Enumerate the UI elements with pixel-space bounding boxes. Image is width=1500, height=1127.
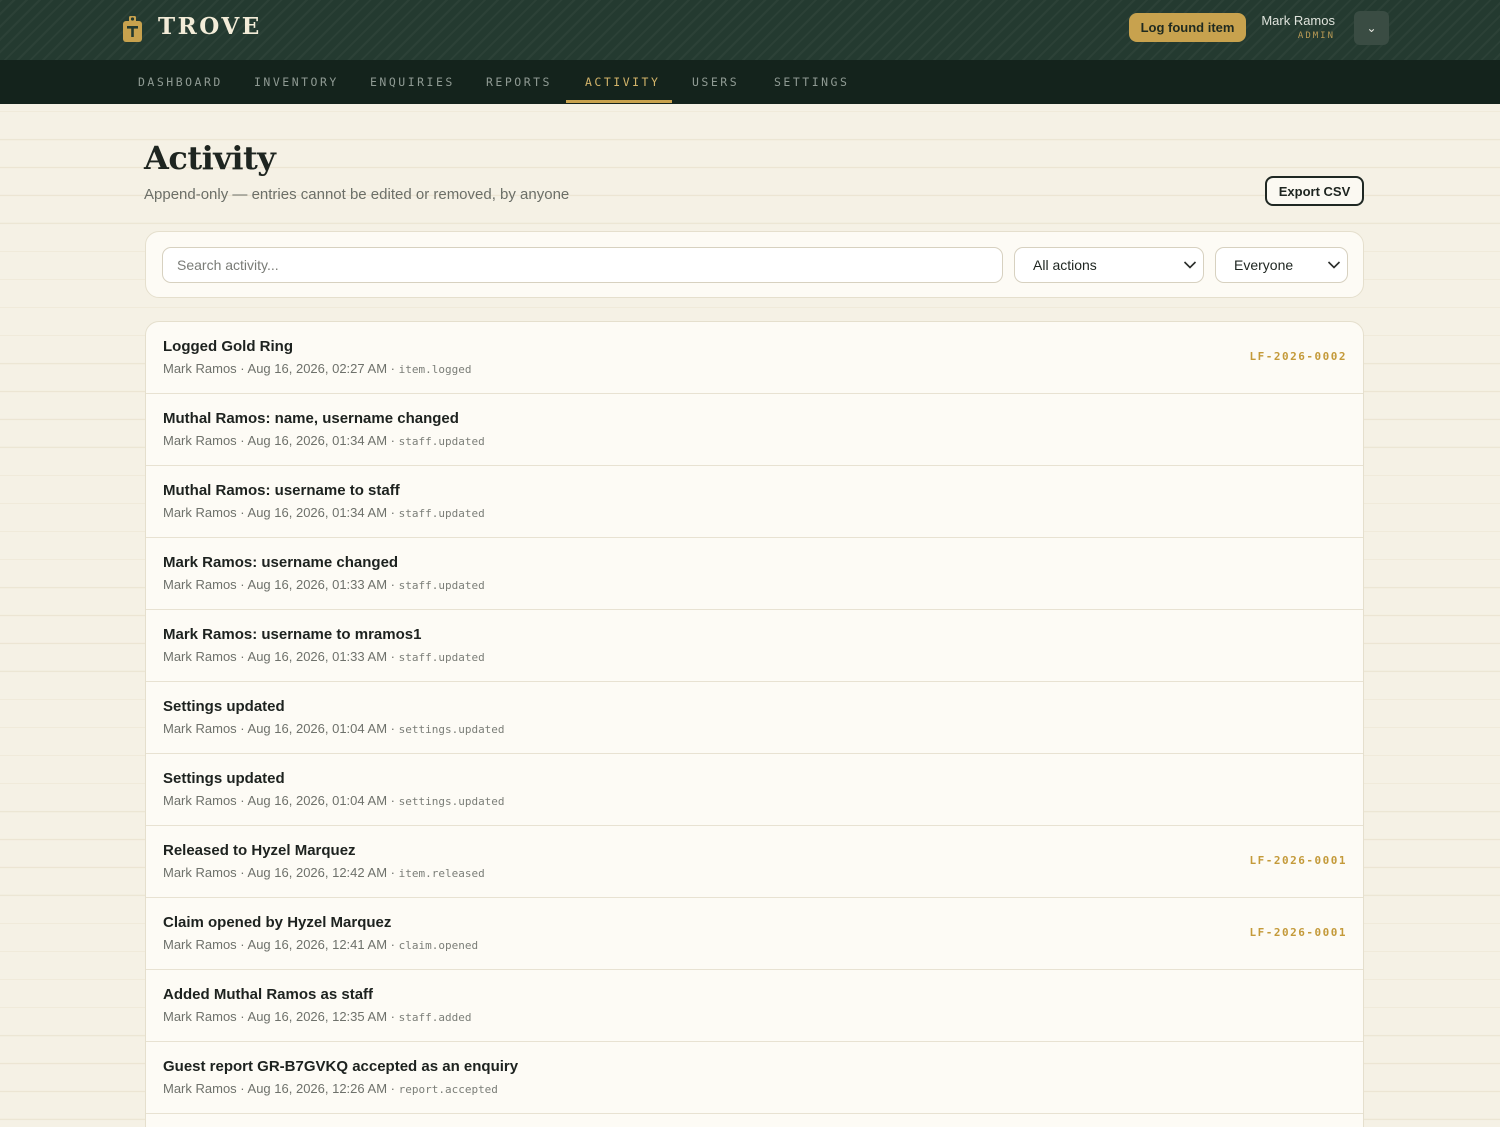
app-logo[interactable]: TROVE	[158, 13, 262, 40]
main-nav: DASHBOARD INVENTORY ENQUIRIES REPORTS AC…	[0, 60, 1500, 104]
activity-code: staff.updated	[398, 651, 485, 664]
activity-meta: Mark Ramos · Aug 16, 2026, 01:04 AM · se…	[163, 721, 505, 736]
user-name: Mark Ramos	[1261, 13, 1335, 28]
activity-meta: Mark Ramos · Aug 16, 2026, 01:04 AM · se…	[163, 793, 505, 808]
activity-row[interactable]: Added Muthal Ramos as staff Mark Ramos ·…	[146, 970, 1363, 1042]
activity-meta: Mark Ramos · Aug 16, 2026, 01:34 AM · st…	[163, 505, 485, 520]
top-bar: TROVE Log found item Mark Ramos ADMIN ⌄	[0, 0, 1500, 60]
action-filter-value: All actions	[1033, 257, 1097, 273]
active-tab-indicator	[566, 100, 672, 103]
activity-code: item.released	[398, 867, 485, 880]
chevron-down-icon	[1327, 261, 1341, 269]
activity-title: Muthal Ramos: username to staff	[163, 482, 400, 499]
activity-title: Guest report GR-B7GVKQ accepted as an en…	[163, 1058, 519, 1075]
filter-bar: All actions Everyone	[145, 231, 1364, 298]
chevron-down-icon: ⌄	[1366, 21, 1377, 35]
activity-row[interactable]: Settings updated Mark Ramos · Aug 16, 20…	[146, 682, 1363, 754]
activity-row[interactable]: Muthal Ramos: username to staff Mark Ram…	[146, 466, 1363, 538]
user-menu-button[interactable]: ⌄	[1354, 11, 1389, 45]
activity-row[interactable]: Mark Ramos: username to mramos1 Mark Ram…	[146, 610, 1363, 682]
activity-row[interactable]: Logged Gold Ring Mark Ramos · Aug 16, 20…	[146, 322, 1363, 394]
log-found-item-button[interactable]: Log found item	[1129, 13, 1246, 42]
item-reference-link[interactable]: LF-2026-0001	[1250, 854, 1347, 867]
nav-inventory[interactable]: INVENTORY	[254, 60, 339, 104]
page-title: Activity	[144, 139, 276, 177]
activity-meta: Mark Ramos · Aug 16, 2026, 12:42 AM · it…	[163, 865, 485, 880]
export-csv-button[interactable]: Export CSV	[1265, 176, 1364, 206]
activity-title: Muthal Ramos: name, username changed	[163, 410, 459, 427]
nav-settings[interactable]: SETTINGS	[774, 60, 849, 104]
activity-title: Mark Ramos: username changed	[163, 554, 399, 571]
actor-filter-value: Everyone	[1234, 257, 1294, 273]
actor-filter-select[interactable]: Everyone	[1215, 247, 1348, 283]
nav-users[interactable]: USERS	[692, 60, 739, 104]
activity-code: item.logged	[398, 363, 472, 376]
page-subtitle: Append-only — entries cannot be edited o…	[144, 186, 570, 203]
activity-title: Added Muthal Ramos as staff	[163, 986, 374, 1003]
activity-code: staff.added	[398, 1011, 472, 1024]
activity-title: Settings updated	[163, 770, 285, 787]
activity-title: Settings updated	[163, 698, 285, 715]
activity-row[interactable]: Mark Ramos: username changed Mark Ramos …	[146, 538, 1363, 610]
action-filter-select[interactable]: All actions	[1014, 247, 1204, 283]
tag-logo-icon	[123, 16, 142, 42]
activity-code: claim.opened	[398, 939, 479, 952]
activity-meta: Mark Ramos · Aug 16, 2026, 01:33 AM · st…	[163, 577, 485, 592]
activity-row[interactable]: Settings updated Mark Ramos · Aug 16, 20…	[146, 754, 1363, 826]
activity-code: settings.updated	[398, 723, 505, 736]
activity-meta: Mark Ramos · Aug 16, 2026, 01:33 AM · st…	[163, 649, 485, 664]
search-input[interactable]	[162, 247, 1003, 283]
activity-code: report.accepted	[398, 1083, 498, 1096]
activity-meta: Mark Ramos · Aug 16, 2026, 12:41 AM · cl…	[163, 937, 479, 952]
activity-row[interactable]: Guest report GR-B7GVKQ accepted as an en…	[146, 1042, 1363, 1114]
activity-meta: Mark Ramos · Aug 16, 2026, 12:26 AM · re…	[163, 1081, 498, 1096]
activity-title: Released to Hyzel Marquez	[163, 842, 356, 859]
activity-row[interactable]: Muthal Ramos: name, username changed Mar…	[146, 394, 1363, 466]
chevron-down-icon	[1183, 261, 1197, 269]
nav-activity[interactable]: ACTIVITY	[585, 60, 660, 104]
activity-meta: Mark Ramos · Aug 16, 2026, 01:34 AM · st…	[163, 433, 485, 448]
user-role: ADMIN	[1297, 31, 1335, 41]
activity-meta: Mark Ramos · Aug 16, 2026, 02:27 AM · it…	[163, 361, 472, 376]
nav-reports[interactable]: REPORTS	[486, 60, 552, 104]
activity-code: staff.updated	[398, 435, 485, 448]
item-reference-link[interactable]: LF-2026-0002	[1250, 350, 1347, 363]
activity-code: staff.updated	[398, 507, 485, 520]
activity-meta: Mark Ramos · Aug 16, 2026, 12:35 AM · st…	[163, 1009, 472, 1024]
activity-code: staff.updated	[398, 579, 485, 592]
activity-list: Logged Gold Ring Mark Ramos · Aug 16, 20…	[145, 321, 1364, 1127]
activity-code: settings.updated	[398, 795, 505, 808]
activity-title: Logged Gold Ring	[163, 338, 293, 355]
nav-dashboard[interactable]: DASHBOARD	[138, 60, 223, 104]
item-reference-link[interactable]: LF-2026-0001	[1250, 926, 1347, 939]
nav-enquiries[interactable]: ENQUIRIES	[370, 60, 455, 104]
activity-title: Claim opened by Hyzel Marquez	[163, 914, 392, 931]
activity-title: Mark Ramos: username to mramos1	[163, 626, 422, 643]
activity-row[interactable]: Released to Hyzel Marquez Mark Ramos · A…	[146, 826, 1363, 898]
activity-row[interactable]: Claim opened by Hyzel Marquez Mark Ramos…	[146, 898, 1363, 970]
